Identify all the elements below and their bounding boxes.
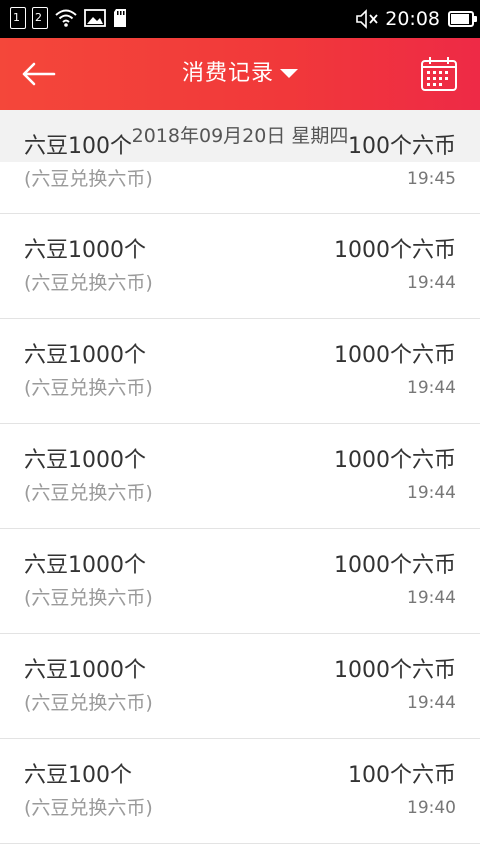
battery-icon	[448, 11, 477, 27]
list-item[interactable]: 六豆1000个 (六豆兑换六币) 1000个六币 19:44	[0, 319, 480, 424]
status-time: 20:08	[385, 8, 440, 30]
list-item[interactable]: 六豆1000个 (六豆兑换六币) 1000个六币 19:44	[0, 424, 480, 529]
title-dropdown[interactable]: 消费记录	[0, 58, 480, 90]
app-header: 消费记录	[0, 38, 480, 110]
wifi-icon	[55, 9, 77, 27]
item-subtitle: (六豆兑换六币)	[24, 587, 153, 609]
sim1-icon: 1	[10, 7, 26, 29]
battery-fill	[451, 14, 469, 24]
status-right: 20:08	[355, 7, 477, 31]
item-title: 六豆1000个	[24, 343, 146, 368]
page-title: 消费记录	[181, 61, 274, 86]
item-time: 19:44	[407, 483, 456, 503]
item-subtitle: (六豆兑换六币)	[24, 168, 153, 190]
item-time: 19:45	[407, 169, 456, 189]
item-amount: 1000个六币	[334, 658, 456, 683]
item-title: 六豆100个	[24, 763, 132, 788]
item-subtitle: (六豆兑换六币)	[24, 692, 153, 714]
sim2-label: 2	[35, 11, 42, 24]
list-item[interactable]: 六豆1000个 (六豆兑换六币) 1000个六币 19:44	[0, 529, 480, 634]
item-amount: 100个六币	[348, 763, 456, 788]
item-subtitle: (六豆兑换六币)	[24, 272, 153, 294]
status-bar: 1 2 20:08	[0, 0, 480, 38]
record-list: 六豆100个 (六豆兑换六币) 100个六币 19:45 2018年09月20日…	[0, 110, 480, 844]
item-amount: 1000个六币	[334, 238, 456, 263]
item-time: 19:44	[407, 378, 456, 398]
date-header: 2018年09月20日 星期四	[131, 125, 349, 147]
item-subtitle: (六豆兑换六币)	[24, 377, 153, 399]
list-item[interactable]: 六豆100个 (六豆兑换六币) 100个六币 19:40	[0, 739, 480, 844]
item-subtitle: (六豆兑换六币)	[24, 482, 153, 504]
mute-icon	[356, 9, 378, 29]
item-time: 19:44	[407, 588, 456, 608]
item-amount: 1000个六币	[334, 553, 456, 578]
sim2-icon: 2	[32, 7, 48, 29]
item-title: 六豆1000个	[24, 553, 146, 578]
item-time: 19:44	[407, 693, 456, 713]
item-subtitle: (六豆兑换六币)	[24, 797, 153, 819]
list-item[interactable]: 六豆100个 (六豆兑换六币) 100个六币 19:45 2018年09月20日…	[0, 110, 480, 214]
list-item[interactable]: 六豆1000个 (六豆兑换六币) 1000个六币 19:44	[0, 214, 480, 319]
item-title: 六豆1000个	[24, 658, 146, 683]
list-item[interactable]: 六豆1000个 (六豆兑换六币) 1000个六币 19:44	[0, 634, 480, 739]
sim1-label: 1	[13, 11, 20, 24]
calendar-icon	[421, 57, 457, 91]
item-title: 六豆1000个	[24, 238, 146, 263]
item-amount: 1000个六币	[334, 343, 456, 368]
item-amount: 1000个六币	[334, 448, 456, 473]
item-time: 19:40	[407, 798, 456, 818]
image-icon	[84, 9, 106, 27]
item-time: 19:44	[407, 273, 456, 293]
calendar-button[interactable]	[420, 56, 458, 92]
caret-down-icon	[280, 69, 298, 78]
status-left: 1 2	[10, 7, 128, 29]
sd-card-icon	[114, 9, 126, 27]
item-title: 六豆1000个	[24, 448, 146, 473]
